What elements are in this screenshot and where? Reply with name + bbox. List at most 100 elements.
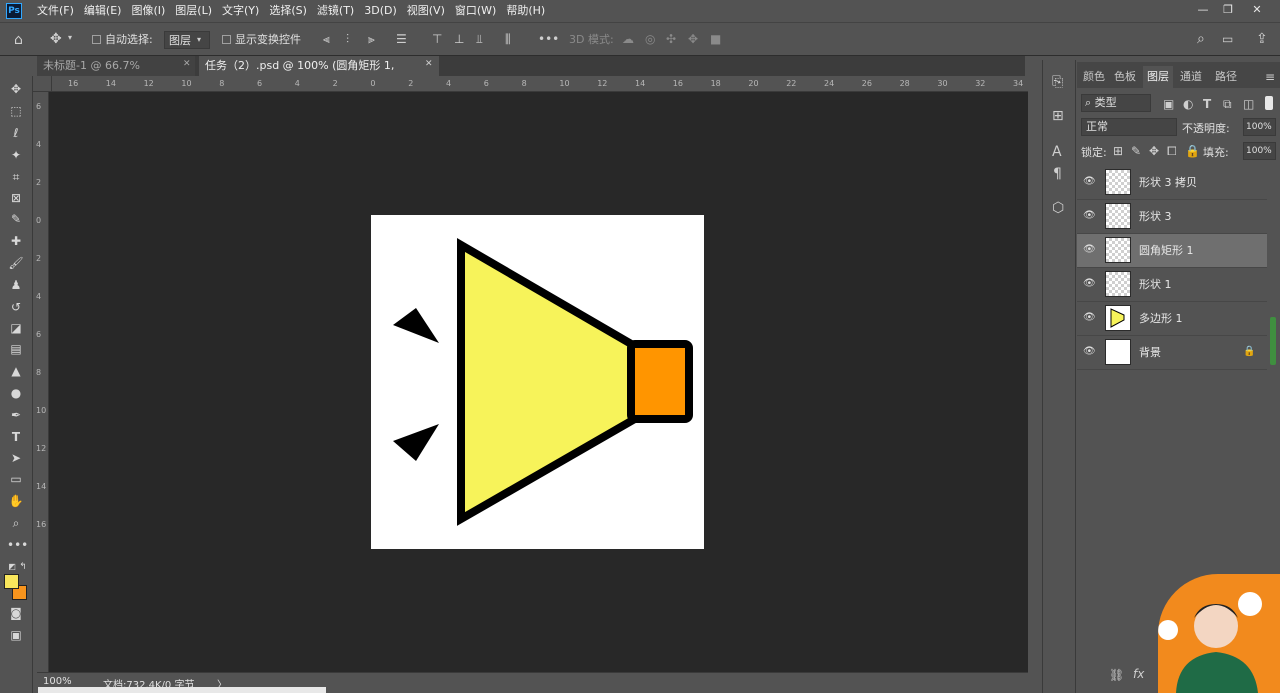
filter-toggle[interactable] (1265, 96, 1273, 110)
history-panel-icon[interactable]: ⎘ (1052, 74, 1063, 90)
lock-artboard-icon[interactable]: ⧠ (1167, 144, 1177, 159)
align-middle-icon[interactable]: ⊥ (454, 32, 464, 46)
slide-3d-icon[interactable]: ✥ (688, 32, 698, 46)
zoom-tool-icon[interactable]: ⌕ (7, 514, 25, 532)
panel-scrollbar[interactable] (1270, 317, 1276, 365)
layer-row[interactable]: 👁 形状 3 (1077, 200, 1267, 234)
panel-menu-icon[interactable]: ≡ (1265, 70, 1275, 84)
eyedropper-tool-icon[interactable]: ✎ (7, 210, 25, 228)
path-select-tool-icon[interactable]: ➤ (7, 449, 25, 467)
eye-icon[interactable]: 👁 (1083, 312, 1096, 324)
orbit-3d-icon[interactable]: ☁ (622, 32, 634, 46)
pen-tool-icon[interactable]: ✒ (7, 406, 25, 424)
show-transform-option[interactable]: 显示变换控件 (222, 31, 301, 49)
show-transform-checkbox[interactable] (222, 35, 231, 44)
vertical-ruler[interactable]: 6 4 2 0 2 4 6 8 10 12 14 16 (33, 92, 49, 672)
properties-panel-icon[interactable]: ⊞ (1052, 108, 1064, 124)
auto-select-dropdown[interactable]: 图层 (164, 31, 210, 49)
scale-3d-icon[interactable]: ■ (710, 32, 721, 46)
fx-icon[interactable]: fx (1133, 667, 1144, 681)
blur-tool-icon[interactable]: ▲ (7, 362, 25, 380)
layer-row[interactable]: 👁 背景 🔒 (1077, 336, 1267, 370)
menu-file[interactable]: 文件(F) (32, 0, 79, 22)
layer-row[interactable]: 👁 圆角矩形 1 (1077, 234, 1267, 268)
move-tool-icon[interactable]: ✥ (50, 31, 62, 47)
tab-channels[interactable]: 通道 (1176, 66, 1206, 88)
layer-filter-dropdown[interactable]: ⌕ 类型 (1081, 94, 1151, 112)
menu-select[interactable]: 选择(S) (264, 0, 312, 22)
document-canvas[interactable] (371, 215, 704, 549)
tab-untitled[interactable]: 未标题-1 @ 66.7%(RGB/8#) * (37, 56, 195, 92)
layer-row[interactable]: 👁 形状 1 (1077, 268, 1267, 302)
share-icon[interactable]: ⇪ (1256, 31, 1268, 47)
eye-icon[interactable]: 👁 (1083, 210, 1096, 222)
close-tab-icon[interactable]: ✕ (183, 59, 191, 69)
align-left-icon[interactable]: ⫷ (323, 32, 330, 47)
eye-icon[interactable]: 👁 (1083, 346, 1096, 358)
search-icon[interactable]: ⌕ (1197, 31, 1205, 47)
workspace-icon[interactable]: ▭ (1222, 32, 1233, 46)
close-icon[interactable]: ✕ (1250, 3, 1264, 17)
type-tool-icon[interactable]: T (7, 428, 25, 446)
menu-3d[interactable]: 3D(D) (359, 0, 402, 22)
link-layers-icon[interactable]: ⛓ (1109, 668, 1124, 682)
home-icon[interactable]: ⌂ (14, 32, 23, 48)
foreground-color-swatch[interactable] (4, 574, 19, 589)
filter-shape-icon[interactable]: ⧉ (1223, 97, 1232, 112)
auto-select-option[interactable]: 自动选择: (92, 31, 153, 49)
screen-mode-icon[interactable]: ▣ (7, 626, 25, 644)
tab-color[interactable]: 颜色 (1079, 66, 1109, 88)
3d-panel-icon[interactable]: ⬡ (1052, 200, 1064, 216)
tab-paths[interactable]: 路径 (1211, 66, 1241, 88)
filter-type-icon[interactable]: T (1203, 97, 1211, 111)
horizontal-scrollbar[interactable] (38, 687, 326, 693)
edit-toolbar-icon[interactable]: ••• (7, 536, 28, 554)
menu-view[interactable]: 视图(V) (402, 0, 450, 22)
align-menu-icon[interactable]: ☰ (396, 32, 407, 46)
fill-input[interactable]: 100% (1243, 142, 1276, 160)
align-top-icon[interactable]: ⊤ (432, 32, 442, 46)
horizontal-ruler[interactable]: 16 14 12 10 8 6 4 2 0 2 4 6 8 10 12 14 16 18 20 22 24 26 28 30 3… (52, 76, 1028, 92)
restore-icon[interactable]: ❐ (1221, 3, 1235, 17)
gradient-tool-icon[interactable]: ▤ (7, 340, 25, 358)
character-panel-icon[interactable]: A (1052, 144, 1062, 160)
menu-image[interactable]: 图像(I) (126, 0, 170, 22)
close-tab-icon[interactable]: ✕ (425, 59, 433, 69)
rectangle-tool-icon[interactable]: ▭ (7, 470, 25, 488)
menu-help[interactable]: 帮助(H) (501, 0, 550, 22)
lasso-tool-icon[interactable]: ℓ (7, 124, 25, 142)
align-bottom-icon[interactable]: ⫫ (476, 32, 483, 47)
chevron-down-icon[interactable]: ▾ (68, 33, 72, 42)
eye-icon[interactable]: 👁 (1083, 278, 1096, 290)
align-center-icon[interactable]: ⫶ (346, 32, 349, 47)
dodge-tool-icon[interactable]: ● (7, 384, 25, 402)
lock-transparent-icon[interactable]: ⊞ (1113, 144, 1123, 158)
stamp-tool-icon[interactable]: ♟ (7, 276, 25, 294)
opacity-input[interactable]: 100% (1243, 118, 1276, 136)
history-brush-tool-icon[interactable]: ↺ (7, 298, 25, 316)
hand-tool-icon[interactable]: ✋ (7, 492, 25, 510)
distribute-icon[interactable]: ⫼ (505, 32, 511, 47)
tab-task-2[interactable]: 任务（2）.psd @ 100% (圆角矩形 1, RGB/8#) (199, 56, 439, 92)
menu-layer[interactable]: 图层(L) (170, 0, 217, 22)
healing-brush-tool-icon[interactable]: ✚ (7, 232, 25, 250)
frame-tool-icon[interactable]: ⊠ (7, 189, 25, 207)
layer-row[interactable]: 👁 形状 3 拷贝 (1077, 166, 1267, 200)
paragraph-panel-icon[interactable]: ¶ (1053, 166, 1062, 182)
eye-icon[interactable]: 👁 (1083, 244, 1096, 256)
filter-smart-object-icon[interactable]: ◫ (1243, 97, 1254, 111)
marquee-tool-icon[interactable]: ⬚ (7, 102, 25, 120)
menu-filter[interactable]: 滤镜(T) (312, 0, 359, 22)
magic-wand-tool-icon[interactable]: ✦ (7, 146, 25, 164)
quick-mask-icon[interactable]: ◙ (7, 604, 25, 622)
lock-position-icon[interactable]: ✥ (1149, 144, 1159, 158)
zoom-level[interactable]: 100% (43, 676, 72, 687)
brush-tool-icon[interactable]: 🖌 (7, 254, 25, 272)
menu-edit[interactable]: 编辑(E) (79, 0, 127, 22)
lock-all-icon[interactable]: 🔒 (1185, 144, 1200, 158)
menu-window[interactable]: 窗口(W) (450, 0, 501, 22)
pan-3d-icon[interactable]: ✣ (666, 32, 676, 46)
move-tool-icon[interactable]: ✥ (7, 80, 25, 98)
menu-type[interactable]: 文字(Y) (217, 0, 264, 22)
auto-select-checkbox[interactable] (92, 35, 101, 44)
